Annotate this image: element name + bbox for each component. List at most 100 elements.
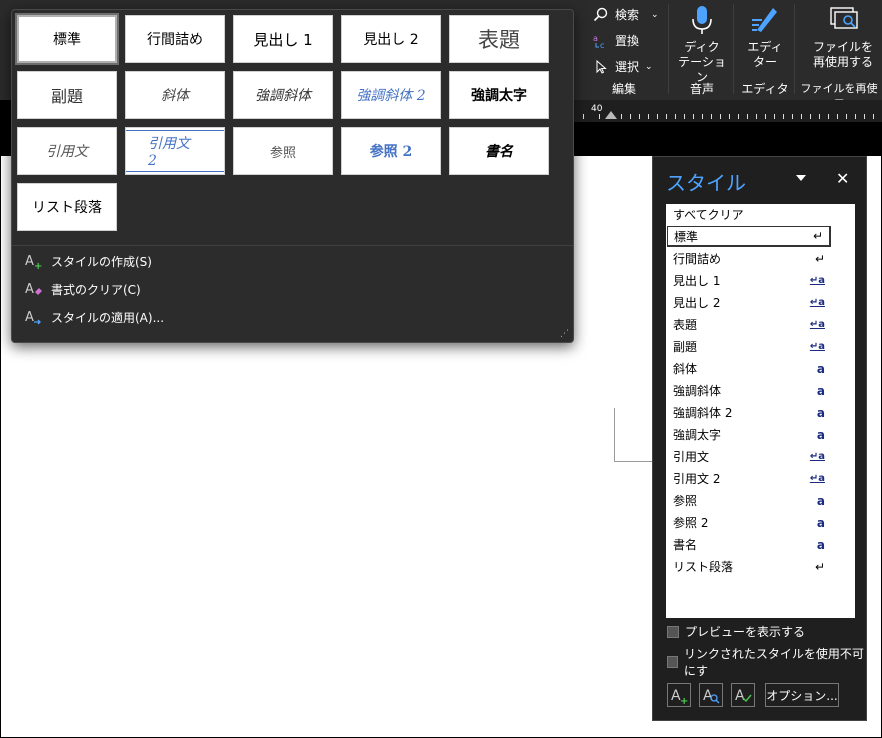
paragraph-mark-icon: ↵ <box>814 559 825 574</box>
style-name: 副題 <box>673 340 698 354</box>
list-item[interactable]: 表題 ↵a <box>667 314 831 335</box>
list-item[interactable]: 強調斜体 2 a <box>667 402 831 423</box>
editor-label-1: エディ <box>747 40 783 54</box>
svg-text:+: + <box>34 261 42 270</box>
reuse-files-icon <box>830 7 858 29</box>
list-item[interactable]: 見出し 2 ↵a <box>667 292 831 313</box>
new-style-button[interactable]: A + <box>667 683 691 707</box>
style-tile-strong[interactable]: 強調太字 <box>449 71 549 119</box>
style-name: 強調斜体 2 <box>673 406 733 420</box>
replace-button[interactable]: ac 置換 <box>593 32 639 49</box>
styles-pane: スタイル ✕ すべてクリア 標準 ↵ 行間詰め ↵ 見出し 1 ↵a 見出し 2 ↵a … <box>652 156 867 721</box>
svg-text:A: A <box>735 688 745 704</box>
style-name: 強調太字 <box>673 428 722 442</box>
list-item[interactable]: 見出し 1 ↵a <box>667 270 831 291</box>
style-tile-title[interactable]: 表題 <box>449 15 549 63</box>
style-tile-list-paragraph[interactable]: リスト段落 <box>17 183 117 231</box>
reuse-files-button[interactable]: ファイルを 再使用する <box>808 4 878 70</box>
replace-label: 置換 <box>615 34 640 48</box>
clear-formatting-label: 書式のクリア(C) <box>51 282 141 297</box>
style-name: 引用文 <box>673 450 710 464</box>
character-style-icon: a <box>816 405 825 420</box>
svg-text:a: a <box>593 34 598 43</box>
clear-formatting-menu-item[interactable]: A 書式のクリア(C) <box>25 280 141 298</box>
linked-style-icon: ↵a <box>809 341 825 352</box>
apply-styles-label: スタイルの適用(A)... <box>51 310 165 325</box>
chevron-down-icon: ⌄ <box>651 9 659 20</box>
manage-styles-icon: A <box>735 688 752 704</box>
style-tile-subtitle[interactable]: 副題 <box>17 71 117 119</box>
style-tile-intense-emphasis-2[interactable]: 強調斜体 2 <box>341 71 441 119</box>
style-tile-no-spacing[interactable]: 行間詰め <box>125 15 225 63</box>
style-tile-emphasis[interactable]: 斜体 <box>125 71 225 119</box>
edit-group-label: 編集 <box>611 82 636 96</box>
disable-linked-styles-checkbox[interactable]: リンクされたスタイルを使用不可にす <box>667 645 866 679</box>
style-tile-intense-emphasis[interactable]: 強調斜体 <box>233 71 333 119</box>
style-tile-book-title[interactable]: 書名 <box>449 127 549 175</box>
divider <box>668 4 669 94</box>
svg-text:c: c <box>600 41 604 49</box>
reuse-label-1: ファイルを <box>812 40 873 54</box>
select-button[interactable]: 選択 ⌄ <box>593 58 653 75</box>
list-item[interactable]: 書名 a <box>667 534 831 555</box>
microphone-icon <box>692 6 712 34</box>
checkbox-box[interactable] <box>667 625 679 638</box>
style-tile-subtle-reference[interactable]: 参照 <box>233 127 333 175</box>
list-item[interactable]: 引用文 ↵a <box>667 446 831 467</box>
divider <box>733 4 734 94</box>
dictate-label-1: ディク <box>684 40 720 54</box>
manage-styles-button[interactable]: A <box>731 683 755 707</box>
search-label: 検索 <box>615 8 640 22</box>
list-item[interactable]: 引用文 2 ↵a <box>667 468 831 489</box>
editor-button[interactable]: エディ ター <box>740 4 790 70</box>
style-tile-heading-1[interactable]: 見出し 1 <box>233 15 333 63</box>
list-item[interactable]: リスト段落 ↵ <box>667 556 831 577</box>
close-icon[interactable]: ✕ <box>836 169 849 188</box>
resize-grip-icon[interactable]: ⋰ <box>560 329 569 339</box>
svg-text:+: + <box>680 696 688 704</box>
svg-text:A: A <box>25 254 34 269</box>
list-item[interactable]: 参照 2 a <box>667 512 831 533</box>
linked-style-icon: ↵a <box>809 451 825 462</box>
show-preview-checkbox[interactable]: プレビューを表示する <box>667 623 805 640</box>
list-item[interactable]: 斜体 a <box>667 358 831 379</box>
list-item[interactable]: 参照 a <box>667 490 831 511</box>
create-style-label: スタイルの作成(S) <box>51 254 152 269</box>
character-style-icon: a <box>816 493 825 508</box>
dictate-button[interactable]: ディク テーション <box>676 4 728 85</box>
style-tile-quote[interactable]: 引用文 <box>17 127 117 175</box>
style-tile-intense-reference[interactable]: 参照 2 <box>341 127 441 175</box>
style-name: 引用文 2 <box>673 472 721 486</box>
disable-linked-styles-label: リンクされたスタイルを使用不可にす <box>683 647 864 678</box>
show-preview-label: プレビューを表示する <box>685 625 806 639</box>
style-gallery: 標準 行間詰め 見出し 1 見出し 2 表題 副題 斜体 強調斜体 強調斜体 2… <box>11 9 574 343</box>
list-item[interactable]: 標準 ↵ <box>667 226 831 247</box>
paragraph-mark-icon: ↵ <box>814 251 825 266</box>
list-item[interactable]: すべてクリア <box>667 204 831 225</box>
character-style-icon: a <box>816 537 825 552</box>
list-item[interactable]: 副題 ↵a <box>667 336 831 357</box>
indent-marker[interactable] <box>605 111 617 119</box>
style-inspector-button[interactable]: A <box>699 683 723 707</box>
character-style-icon: a <box>816 427 825 442</box>
style-name: 参照 2 <box>673 516 709 530</box>
divider <box>12 245 573 246</box>
apply-styles-menu-item[interactable]: A スタイルの適用(A)... <box>25 308 164 326</box>
search-button[interactable]: 検索 ⌄ <box>593 6 659 23</box>
style-tile-intense-quote[interactable]: 引用文 2 <box>125 127 225 175</box>
list-item[interactable]: 強調太字 a <box>667 424 831 445</box>
style-list[interactable]: すべてクリア 標準 ↵ 行間詰め ↵ 見出し 1 ↵a 見出し 2 ↵a 表題 ↵a 副題… <box>666 204 855 618</box>
chevron-down-icon[interactable] <box>796 175 806 181</box>
style-tile-heading-2[interactable]: 見出し 2 <box>341 15 441 63</box>
style-name: 強調斜体 <box>673 384 722 398</box>
list-item[interactable]: 強調斜体 a <box>667 380 831 401</box>
style-tile-normal[interactable]: 標準 <box>17 15 117 63</box>
style-name: 書名 <box>673 538 698 552</box>
ruler[interactable] <box>573 100 882 122</box>
style-name: リスト段落 <box>673 560 734 574</box>
list-item[interactable]: 行間詰め ↵ <box>667 248 831 269</box>
options-button[interactable]: オプション... <box>765 683 839 707</box>
checkbox-box[interactable] <box>667 656 678 668</box>
divider <box>794 4 795 94</box>
create-style-menu-item[interactable]: A + スタイルの作成(S) <box>25 252 152 270</box>
